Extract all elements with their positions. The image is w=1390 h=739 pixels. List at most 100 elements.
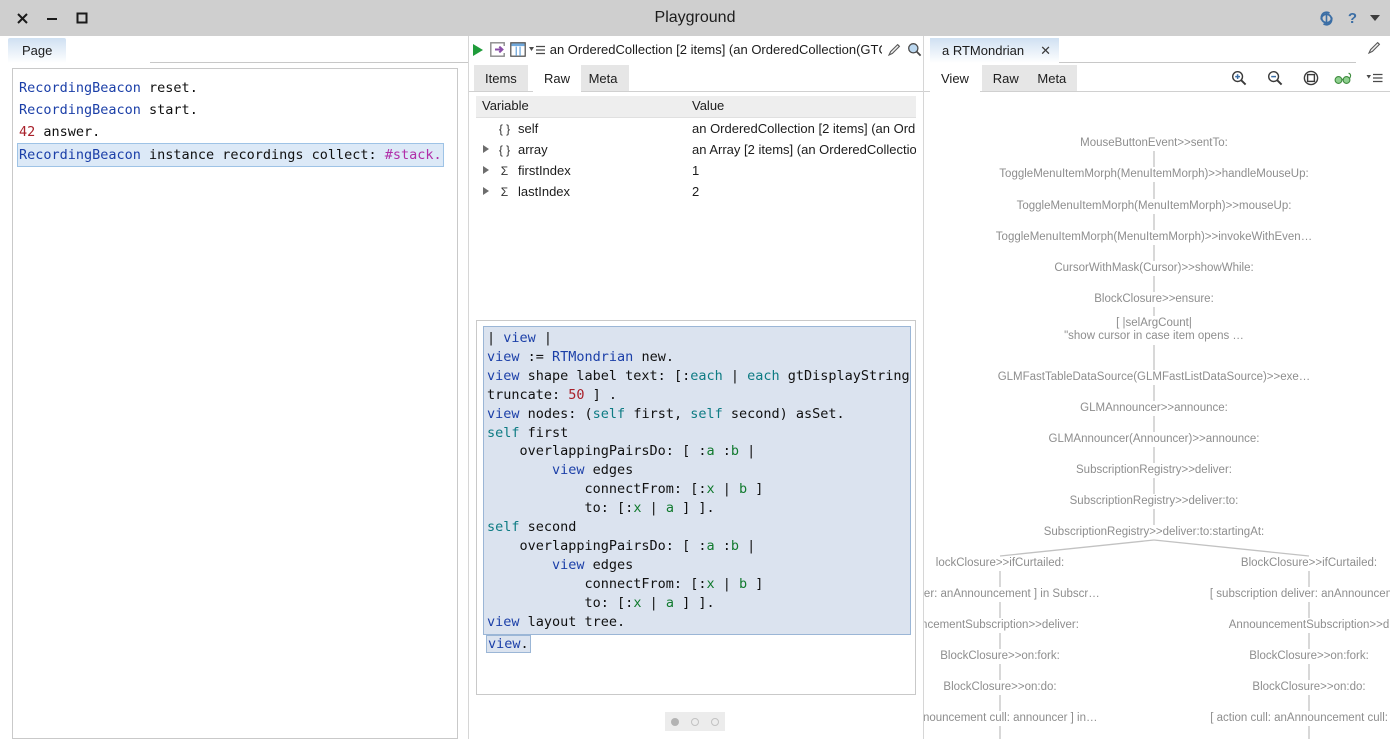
tab-label: Items	[485, 70, 517, 86]
export-icon[interactable]	[488, 38, 508, 62]
snippet-code-tail[interactable]: view.	[483, 634, 911, 654]
tab-label: a RTMondrian	[942, 43, 1025, 58]
zoom-in-icon[interactable]	[1226, 66, 1252, 90]
snippet-line: to: [:x | a ] ].	[487, 594, 908, 613]
tree-node[interactable]: lockClosure>>ifCurtailed:	[936, 557, 1064, 569]
tree-node[interactable]: GLMAnnouncer>>announce:	[1080, 402, 1228, 414]
code-line[interactable]: 42 answer.	[19, 121, 451, 143]
tab-meta[interactable]: Meta	[577, 65, 629, 91]
dropdown-menu-icon[interactable]	[528, 38, 546, 62]
code-token: self	[487, 519, 520, 536]
table-icon[interactable]	[508, 38, 528, 62]
code-token: instance recordings collect:	[140, 147, 385, 163]
code-token: b	[730, 443, 739, 460]
tree-node[interactable]: ncementSubscription>>deliver:	[924, 619, 1079, 631]
glasses-icon[interactable]	[1334, 66, 1354, 90]
help-icon[interactable]: ?	[1348, 10, 1357, 27]
code-token: connectFrom: [:	[487, 575, 707, 592]
breadcrumb[interactable]: an OrderedCollection [2 items] (an Order…	[550, 42, 882, 57]
code-editor[interactable]: RecordingBeacon reset. RecordingBeacon st…	[12, 68, 458, 739]
code-line[interactable]: RecordingBeacon reset.	[19, 77, 451, 99]
type-glyph-icon: { }	[498, 121, 511, 136]
dropdown-menu-icon[interactable]	[1364, 66, 1384, 90]
snippet-code-selected[interactable]: | view | view := RTMondrian new. view shap…	[483, 326, 911, 635]
tab-raw[interactable]: Raw	[981, 65, 1030, 91]
tree-node[interactable]: nAnnouncement cull: announcer ] in…	[924, 712, 1097, 724]
code-line[interactable]: RecordingBeacon start.	[19, 99, 451, 121]
tab-items[interactable]: Items	[474, 65, 528, 91]
code-token: .	[520, 635, 529, 652]
tree-node[interactable]: BlockClosure>>ifCurtailed:	[1241, 557, 1377, 569]
tab-a-rtmondrian[interactable]: a RTMondrian ✕	[930, 38, 1060, 63]
tree-node[interactable]: BlockClosure>>on:do:	[943, 681, 1056, 693]
fit-icon[interactable]	[1298, 66, 1324, 90]
tab-page[interactable]: Page	[8, 38, 67, 63]
visualization-tools	[1226, 66, 1384, 90]
table-row[interactable]: ΣlastIndex 2	[476, 181, 916, 202]
code-token: a	[665, 500, 674, 517]
code-token: view	[488, 635, 521, 652]
expand-triangle-icon[interactable]	[482, 166, 491, 175]
tree-node[interactable]: BlockClosure>>ensure:	[1094, 293, 1214, 305]
panel-divider-right[interactable]	[923, 36, 924, 739]
tab-label: Meta	[588, 70, 618, 86]
tree-node[interactable]: GLMFastTableDataSource(GLMFastListDataSo…	[998, 371, 1311, 383]
tab-view[interactable]: View	[930, 65, 980, 92]
code-token: |	[714, 575, 739, 592]
expand-spacer	[482, 124, 491, 133]
tree-node[interactable]: [ subscription deliver: anAnnouncemen	[1210, 588, 1390, 600]
search-icon[interactable]	[904, 38, 924, 62]
tree-node[interactable]: SubscriptionRegistry>>deliver:to:	[1070, 495, 1239, 507]
snippet-line: connectFrom: [:x | b ]	[487, 480, 908, 499]
tree-node[interactable]: MouseButtonEvent>>sentTo:	[1080, 137, 1228, 149]
pencil-icon[interactable]	[884, 38, 904, 62]
pagination-dot[interactable]	[671, 717, 679, 726]
tab-raw[interactable]: Raw	[533, 65, 582, 92]
column-header-value: Value	[692, 98, 725, 113]
zoom-out-icon[interactable]	[1262, 66, 1288, 90]
tree-node[interactable]: ToggleMenuItemMorph(MenuItemMorph)>>mous…	[1017, 200, 1292, 212]
pagination-dot[interactable]	[711, 717, 719, 726]
snippet-editor[interactable]: | view | view := RTMondrian new. view shap…	[476, 320, 916, 695]
code-line[interactable]: RecordingBeacon instance recordings coll…	[17, 143, 451, 167]
tree-node[interactable]: BlockClosure>>on:do:	[1252, 681, 1365, 693]
table-row[interactable]: { } array an Array [2 items] (an OrderedCo…	[476, 139, 916, 160]
code-token: |	[739, 443, 756, 460]
chevron-down-icon[interactable]	[1370, 15, 1380, 21]
tab-label: Raw	[992, 70, 1019, 86]
snippet-line: view := RTMondrian new.	[487, 348, 908, 367]
pencil-icon[interactable]	[1367, 40, 1382, 60]
code-token: :=	[519, 348, 553, 365]
snippet-line: view shape label text: [:each | each gtD…	[487, 367, 910, 386]
panel-divider-left[interactable]	[468, 36, 469, 739]
variable-name: self	[518, 121, 539, 136]
close-icon[interactable]: ✕	[1040, 43, 1051, 59]
code-token: view	[487, 613, 520, 630]
sync-icon[interactable]	[1318, 10, 1335, 27]
tree-node[interactable]: [ action cull: anAnnouncement cull: anr	[1210, 712, 1390, 724]
code-token: answer.	[35, 124, 101, 140]
tree-node[interactable]: AnnouncementSubscription>>d	[1229, 619, 1389, 631]
code-token: a	[706, 537, 715, 554]
tree-node[interactable]: SubscriptionRegistry>>deliver:	[1076, 464, 1232, 476]
tree-node[interactable]: BlockClosure>>on:fork:	[1249, 650, 1369, 662]
table-row[interactable]: ΣfirstIndex 1	[476, 160, 916, 181]
visualization-panel: a RTMondrian ✕ View Raw Meta MouseButton…	[924, 36, 1390, 739]
pagination-dot[interactable]	[691, 717, 699, 726]
tree-node[interactable]: SubscriptionRegistry>>deliver:to:startin…	[1044, 526, 1265, 538]
table-row[interactable]: { } self an OrderedCollection [2 items] (a…	[476, 118, 916, 139]
tree-node[interactable]: CursorWithMask(Cursor)>>showWhile:	[1054, 262, 1253, 274]
tree-node[interactable]: ToggleMenuItemMorph(MenuItemMorph)>>hand…	[999, 168, 1308, 180]
tree-node[interactable]: deliver: anAnnouncement ] in Subscr…	[924, 588, 1100, 600]
tree-node[interactable]: GLMAnnouncer(Announcer)>>announce:	[1049, 433, 1260, 445]
expand-triangle-icon[interactable]	[482, 187, 491, 196]
call-tree-visualization[interactable]: MouseButtonEvent>>sentTo: ToggleMenuItemM…	[924, 96, 1390, 739]
tab-meta[interactable]: Meta	[1026, 65, 1078, 91]
tree-node[interactable]: ToggleMenuItemMorph(MenuItemMorph)>>invo…	[996, 231, 1312, 243]
tree-node[interactable]: [ |selArgCount| "show cursor in case item…	[1064, 317, 1244, 343]
tree-node[interactable]: BlockClosure>>on:fork:	[940, 650, 1060, 662]
play-icon[interactable]	[468, 38, 488, 62]
expand-triangle-icon[interactable]	[482, 145, 491, 154]
